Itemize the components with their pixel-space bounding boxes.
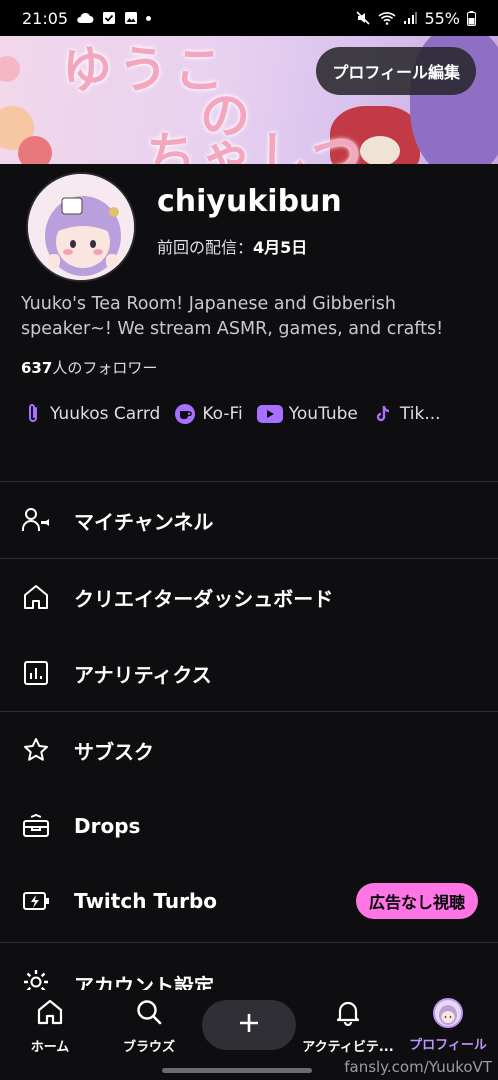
menu-drops-label: Drops <box>74 814 141 838</box>
menu-my-channel-label: マイチャンネル <box>74 509 214 534</box>
nav-profile-label: プロフィール <box>409 1038 487 1053</box>
follower-number: 637 <box>21 359 53 377</box>
cloud-icon <box>76 12 94 24</box>
battery-icon <box>467 10 476 26</box>
search-icon <box>135 998 163 1030</box>
nav-browse[interactable]: ブラウズ <box>101 998 197 1055</box>
link-youtube-label: YouTube <box>288 404 358 424</box>
bottom-navigation: ホーム ブラウズ アクティビテ... プロフィール <box>0 990 498 1060</box>
menu-creator-dashboard[interactable]: クリエイターダッシュボード <box>0 560 498 634</box>
plus-icon <box>238 1012 260 1038</box>
menu-analytics[interactable]: アナリティクス <box>0 636 498 710</box>
notification-dot-icon <box>146 15 152 21</box>
image-icon <box>124 11 138 25</box>
profile-avatar-icon <box>433 998 463 1028</box>
nav-browse-label: ブラウズ <box>122 1040 175 1055</box>
menu-analytics-label: アナリティクス <box>74 662 212 687</box>
avatar[interactable] <box>26 172 136 282</box>
nav-activity-label: アクティビテ... <box>302 1040 394 1055</box>
divider <box>0 558 498 559</box>
nav-activity[interactable]: アクティビテ... <box>300 998 396 1055</box>
tiktok-icon <box>372 403 394 425</box>
menu-twitch-turbo-label: Twitch Turbo <box>74 889 217 913</box>
follower-label: 人のフォロワー <box>52 359 158 377</box>
flower-decoration <box>18 136 52 164</box>
menu-drops[interactable]: Drops <box>0 789 498 863</box>
battery-percent: 55% <box>424 8 460 28</box>
drops-icon <box>22 812 50 840</box>
edit-profile-button[interactable]: プロフィール編集 <box>316 47 476 95</box>
chart-icon <box>22 659 50 687</box>
divider <box>0 942 498 943</box>
kofi-icon <box>174 403 196 425</box>
last-stream-info: 前回の配信：4月5日 <box>157 234 307 258</box>
wifi-icon <box>378 11 396 25</box>
last-stream-date: 4月5日 <box>253 238 308 257</box>
nav-home-label: ホーム <box>30 1040 70 1055</box>
link-kofi-label: Ko-Fi <box>202 404 243 424</box>
youtube-icon <box>256 403 283 425</box>
menu-my-channel[interactable]: マイチャンネル <box>0 483 498 557</box>
flower-decoration <box>0 56 20 82</box>
home-icon <box>36 998 64 1030</box>
link-youtube[interactable]: YouTube <box>256 403 358 425</box>
menu-subscriptions[interactable]: サブスク <box>0 713 498 787</box>
divider <box>0 711 498 712</box>
home-outline-icon <box>22 583 50 611</box>
link-icon <box>22 403 44 425</box>
checkbox-icon <box>102 11 116 25</box>
channel-username: chiyukibun <box>157 184 342 219</box>
channel-bio: Yuuko's Tea Room! Japanese and Gibberish… <box>21 294 444 339</box>
signal-icon <box>403 11 418 25</box>
ad-free-badge[interactable]: 広告なし視聴 <box>355 883 478 919</box>
link-kofi[interactable]: Ko-Fi <box>174 403 243 425</box>
mute-icon <box>355 10 371 26</box>
follower-count: 637人のフォロワー <box>21 357 157 378</box>
status-bar: 21:05 55% <box>0 0 498 36</box>
link-tiktok-label: Tik... <box>399 404 441 424</box>
person-camera-icon <box>22 506 50 534</box>
nav-home[interactable]: ホーム <box>2 998 98 1055</box>
star-icon <box>22 736 50 764</box>
nav-profile[interactable]: プロフィール <box>400 998 496 1053</box>
banner-title-line3: ちゃしつ <box>146 126 367 164</box>
menu-subscriptions-label: サブスク <box>74 739 154 764</box>
link-tiktok[interactable]: Tik... <box>372 403 441 425</box>
divider <box>0 481 498 482</box>
link-carrd-label: Yuukos Carrd <box>50 404 161 424</box>
watermark-text: fansly.com/YuukoVT <box>344 1058 492 1076</box>
home-indicator-bar[interactable] <box>162 1068 312 1073</box>
menu-twitch-turbo[interactable]: Twitch Turbo 広告なし視聴 <box>0 864 498 938</box>
last-stream-label: 前回の配信： <box>157 238 254 257</box>
create-button[interactable] <box>202 1000 296 1050</box>
social-links: Yuukos Carrd Ko-Fi YouTube Tik... <box>22 403 455 425</box>
link-carrd[interactable]: Yuukos Carrd <box>22 403 160 425</box>
status-time: 21:05 <box>22 8 69 28</box>
bell-icon <box>334 998 362 1030</box>
battery-bolt-icon <box>22 887 50 915</box>
menu-creator-dashboard-label: クリエイターダッシュボード <box>74 586 334 611</box>
